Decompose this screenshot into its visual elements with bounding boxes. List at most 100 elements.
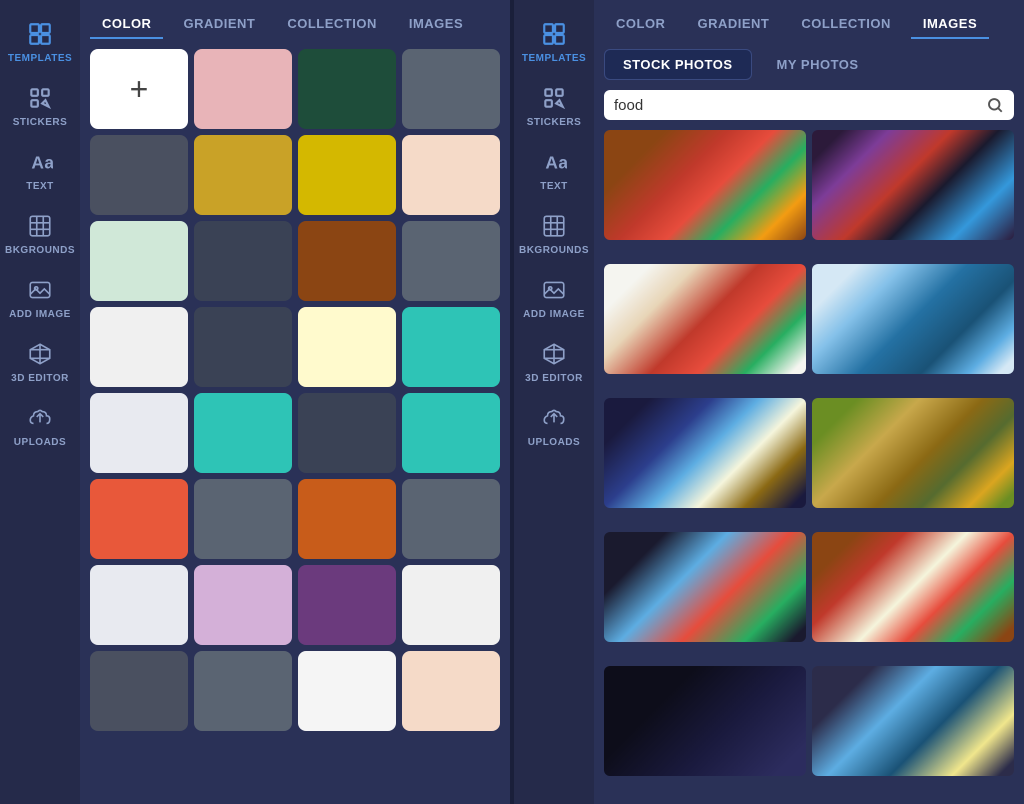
tab-images[interactable]: IMAGES — [397, 10, 475, 39]
right-sidebar-item-stickers[interactable]: STICKERS — [518, 74, 590, 136]
color-swatch[interactable] — [402, 651, 500, 731]
right-sidebar-label-add-image: ADD IMAGE — [523, 309, 585, 320]
photo-cell[interactable] — [604, 264, 806, 374]
text-icon: Aa — [24, 146, 56, 178]
color-swatch[interactable] — [298, 651, 396, 731]
color-swatch[interactable] — [194, 221, 292, 301]
add-image-icon — [24, 274, 56, 306]
color-swatch[interactable] — [298, 221, 396, 301]
right-backgrounds-icon — [538, 210, 570, 242]
right-tab-collection[interactable]: COLLECTION — [789, 10, 903, 39]
sidebar-item-3d-editor[interactable]: 3D EDITOR — [4, 330, 76, 392]
svg-text:Aa: Aa — [545, 153, 567, 173]
right-sidebar-item-backgrounds[interactable]: BKGROUNDS — [518, 202, 590, 264]
right-main-content: COLOR GRADIENT COLLECTION IMAGES STOCK P… — [594, 0, 1024, 804]
right-sidebar-item-templates[interactable]: TEMPLATES — [518, 10, 590, 72]
photo-cell[interactable] — [604, 130, 806, 240]
left-tabs: COLOR GRADIENT COLLECTION IMAGES — [80, 0, 510, 39]
color-swatch[interactable] — [298, 307, 396, 387]
photo-cell[interactable] — [812, 264, 1014, 374]
color-swatch[interactable] — [402, 307, 500, 387]
photo-cell[interactable] — [812, 130, 1014, 240]
color-swatch[interactable] — [402, 135, 500, 215]
right-sidebar-label-3d-editor: 3D EDITOR — [525, 373, 583, 384]
sidebar-label-backgrounds: BKGROUNDS — [5, 245, 75, 256]
photo-cell[interactable] — [812, 398, 1014, 508]
color-swatch[interactable] — [90, 307, 188, 387]
right-sidebar-item-3d-editor[interactable]: 3D EDITOR — [518, 330, 590, 392]
right-tab-images[interactable]: IMAGES — [911, 10, 989, 39]
svg-text:Aa: Aa — [31, 153, 53, 173]
color-swatch[interactable] — [194, 479, 292, 559]
right-add-image-icon — [538, 274, 570, 306]
right-sidebar-label-stickers: STICKERS — [527, 117, 582, 128]
photo-cell[interactable] — [812, 666, 1014, 776]
right-templates-icon — [538, 18, 570, 50]
color-swatch[interactable] — [298, 135, 396, 215]
right-tab-color[interactable]: COLOR — [604, 10, 677, 39]
sidebar-label-templates: TEMPLATES — [8, 53, 72, 64]
color-grid: + — [90, 49, 500, 731]
photo-cell[interactable] — [604, 398, 806, 508]
search-bar — [604, 90, 1014, 120]
color-swatch[interactable] — [402, 393, 500, 473]
photo-cell[interactable] — [604, 532, 806, 642]
tab-gradient[interactable]: GRADIENT — [171, 10, 267, 39]
tab-color[interactable]: COLOR — [90, 10, 163, 39]
sidebar-item-add-image[interactable]: ADD IMAGE — [4, 266, 76, 328]
color-swatch[interactable] — [194, 135, 292, 215]
right-tab-gradient[interactable]: GRADIENT — [685, 10, 781, 39]
color-swatch[interactable] — [298, 565, 396, 645]
sidebar-label-uploads: UPLOADS — [14, 437, 66, 448]
right-sidebar-label-backgrounds: BKGROUNDS — [519, 245, 589, 256]
templates-icon — [24, 18, 56, 50]
right-3d-editor-icon — [538, 338, 570, 370]
color-swatch[interactable] — [402, 565, 500, 645]
color-swatch[interactable] — [194, 307, 292, 387]
sidebar-item-uploads[interactable]: UPLOADS — [4, 394, 76, 456]
right-sidebar-item-text[interactable]: Aa TEXT — [518, 138, 590, 200]
photo-cell[interactable] — [604, 666, 806, 776]
photo-tab-my[interactable]: MY PHOTOS — [758, 49, 878, 80]
left-panel: TEMPLATES STICKERS Aa TEXT — [0, 0, 510, 804]
search-button[interactable] — [986, 96, 1004, 114]
left-main-content: COLOR GRADIENT COLLECTION IMAGES + — [80, 0, 510, 804]
color-swatch[interactable] — [90, 565, 188, 645]
color-swatch[interactable] — [194, 651, 292, 731]
color-swatch[interactable] — [402, 49, 500, 129]
photo-grid — [604, 130, 1014, 794]
color-swatch[interactable] — [402, 221, 500, 301]
color-swatch[interactable] — [90, 479, 188, 559]
add-color-button[interactable]: + — [90, 49, 188, 129]
right-panel: TEMPLATES STICKERS Aa TEXT — [514, 0, 1024, 804]
search-input[interactable] — [614, 97, 986, 114]
right-sidebar-item-uploads[interactable]: UPLOADS — [518, 394, 590, 456]
color-swatch[interactable] — [90, 651, 188, 731]
color-swatch[interactable] — [194, 393, 292, 473]
right-stickers-icon — [538, 82, 570, 114]
3d-editor-icon — [24, 338, 56, 370]
right-text-icon: Aa — [538, 146, 570, 178]
color-swatch[interactable] — [402, 479, 500, 559]
tab-collection[interactable]: COLLECTION — [275, 10, 389, 39]
right-tabs: COLOR GRADIENT COLLECTION IMAGES — [594, 0, 1024, 39]
right-sidebar: TEMPLATES STICKERS Aa TEXT — [514, 0, 594, 804]
photo-cell[interactable] — [812, 532, 1014, 642]
right-sidebar-item-add-image[interactable]: ADD IMAGE — [518, 266, 590, 328]
sidebar-item-backgrounds[interactable]: BKGROUNDS — [4, 202, 76, 264]
sidebar-item-text[interactable]: Aa TEXT — [4, 138, 76, 200]
right-uploads-icon — [538, 402, 570, 434]
sidebar-item-templates[interactable]: TEMPLATES — [4, 10, 76, 72]
color-swatch[interactable] — [90, 135, 188, 215]
sidebar-item-stickers[interactable]: STICKERS — [4, 74, 76, 136]
right-sidebar-label-templates: TEMPLATES — [522, 53, 586, 64]
color-swatch[interactable] — [90, 393, 188, 473]
color-swatch[interactable] — [194, 565, 292, 645]
color-swatch[interactable] — [298, 49, 396, 129]
color-swatch[interactable] — [298, 393, 396, 473]
color-swatch[interactable] — [194, 49, 292, 129]
photo-tab-stock[interactable]: STOCK PHOTOS — [604, 49, 752, 80]
color-swatch[interactable] — [90, 221, 188, 301]
color-swatch[interactable] — [298, 479, 396, 559]
images-content: STOCK PHOTOS MY PHOTOS — [594, 39, 1024, 804]
